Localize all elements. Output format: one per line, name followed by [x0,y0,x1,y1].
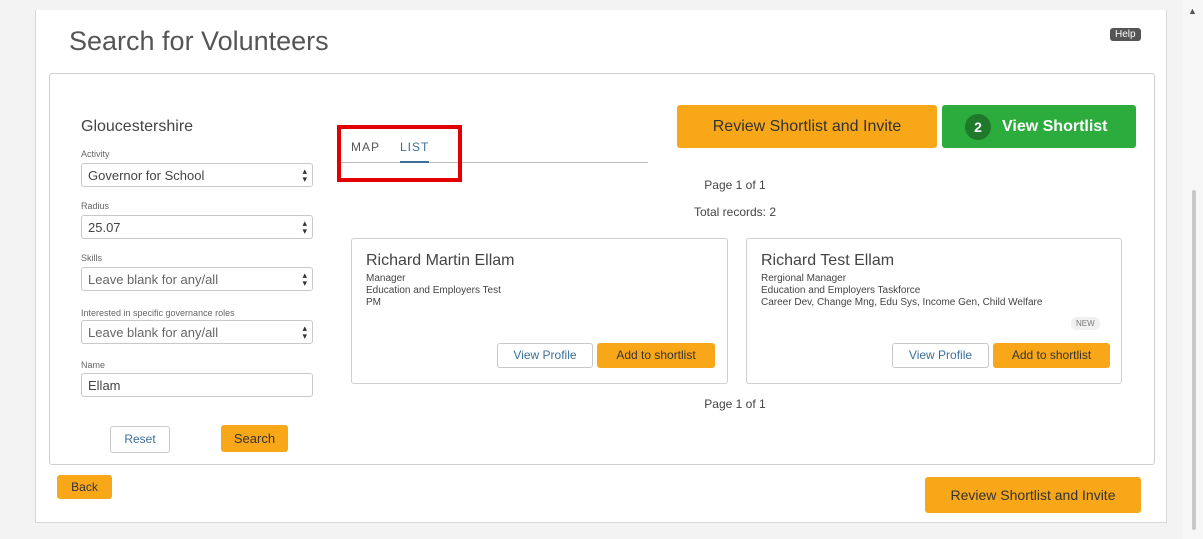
page-title: Search for Volunteers [69,26,329,56]
scroll-up-arrow-icon[interactable]: ▲ [1188,6,1197,16]
skills-label: Skills [81,253,103,263]
scroll-thumb[interactable] [1192,190,1196,530]
review-shortlist-bottom-button[interactable]: Review Shortlist and Invite [925,477,1141,513]
activity-value: Governor for School [88,168,205,183]
add-to-shortlist-button[interactable]: Add to shortlist [597,343,715,368]
volunteer-organisation: Education and Employers Taskforce [761,285,921,296]
tab-highlight-box [337,125,462,182]
volunteer-role: Manager [366,273,406,284]
new-badge: NEW [1071,317,1100,330]
volunteer-card: Richard Martin Ellam Manager Education a… [351,238,728,384]
page-scrollbar[interactable]: ▲ [1183,0,1203,539]
roles-label: Interested in specific governance roles [81,308,235,318]
skills-select[interactable]: Leave blank for any/all ▴ ▾ [81,267,313,291]
volunteer-organisation: Education and Employers Test [366,285,501,296]
volunteer-name: Richard Test Ellam [761,252,895,269]
page-indicator-bottom: Page 1 of 1 [704,397,766,411]
help-button[interactable]: Help [1110,28,1141,41]
activity-select[interactable]: Governor for School ▴ ▾ [81,163,313,187]
name-label: Name [81,360,106,370]
reset-button[interactable]: Reset [110,426,170,453]
view-profile-button[interactable]: View Profile [892,343,989,368]
volunteer-extra: PM [366,297,381,308]
volunteer-extra: Career Dev, Change Mng, Edu Sys, Income … [761,297,1043,308]
roles-value: Leave blank for any/all [88,325,219,340]
total-records: Total records: 2 [693,205,777,219]
roles-select[interactable]: Leave blank for any/all ▴ ▾ [81,320,313,344]
radius-value: 25.07 [88,220,121,235]
search-panel: Gloucestershire Activity Governor for Sc… [49,73,1155,465]
updown-arrows-icon: ▴ ▾ [302,166,307,184]
shortlist-count-badge: 2 [965,114,991,140]
volunteer-card: Richard Test Ellam Rergional Manager Edu… [746,238,1122,384]
page-indicator-top: Page 1 of 1 [704,178,766,192]
search-button[interactable]: Search [221,425,288,452]
review-shortlist-button[interactable]: Review Shortlist and Invite [677,105,937,148]
updown-arrows-icon: ▴ ▾ [302,270,307,288]
radius-select[interactable]: 25.07 ▴ ▾ [81,215,313,239]
volunteer-name: Richard Martin Ellam [366,252,515,269]
page-container: Search for Volunteers Help Gloucestershi… [35,10,1167,523]
radius-label: Radius [81,201,110,211]
skills-value: Leave blank for any/all [88,272,219,287]
add-to-shortlist-button[interactable]: Add to shortlist [993,343,1110,368]
volunteer-role: Rergional Manager [761,273,847,284]
view-shortlist-button[interactable]: 2 View Shortlist [942,105,1136,148]
updown-arrows-icon: ▴ ▾ [302,323,307,341]
name-input[interactable]: Ellam [81,373,313,397]
region-heading: Gloucestershire [81,118,194,135]
view-shortlist-label: View Shortlist [1002,118,1108,135]
activity-label: Activity [81,149,110,159]
updown-arrows-icon: ▴ ▾ [302,218,307,236]
back-button[interactable]: Back [57,475,112,499]
view-profile-button[interactable]: View Profile [497,343,593,368]
